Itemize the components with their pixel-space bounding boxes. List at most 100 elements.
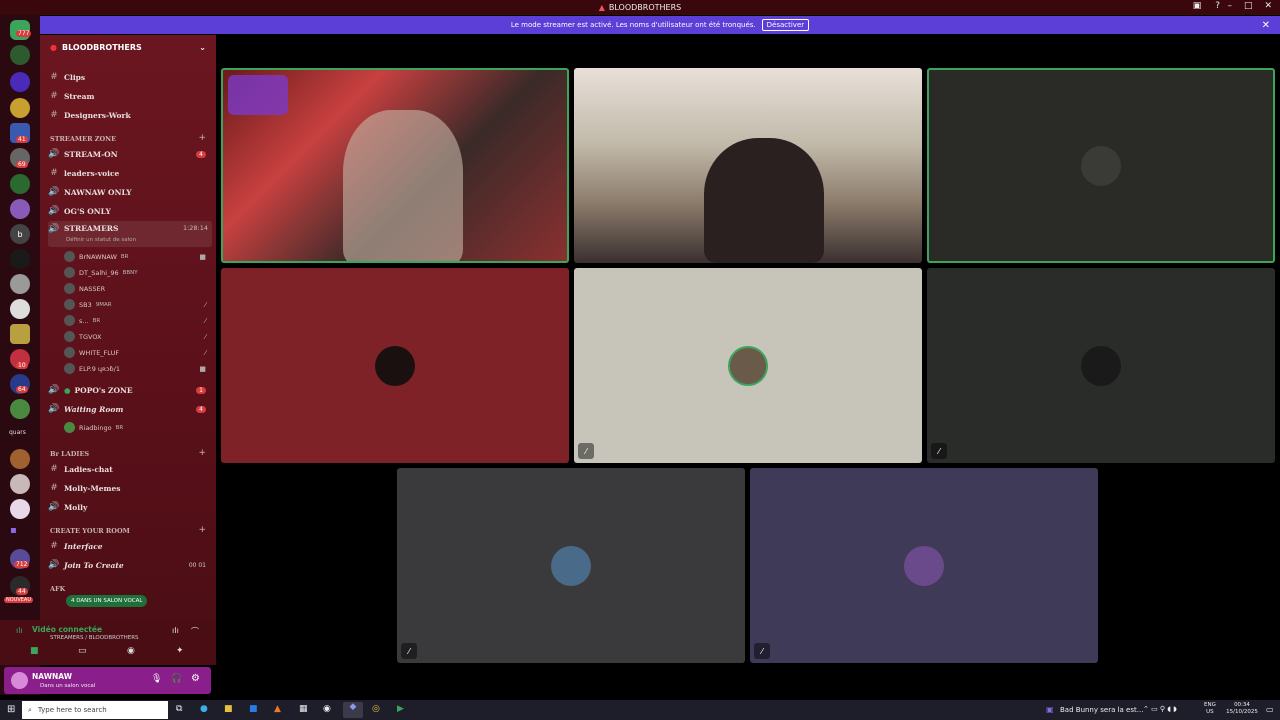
channel-clips[interactable]: # Clips [48, 68, 212, 86]
add-channel-icon[interactable]: + [198, 133, 206, 143]
noise-suppression-icon[interactable]: ıIı [172, 626, 179, 635]
activity-button[interactable]: ◉ [127, 646, 135, 656]
server-icon[interactable] [10, 299, 30, 319]
server-icon[interactable] [10, 474, 30, 494]
voice-user[interactable]: Riadbingo BR [64, 420, 212, 435]
voice-count-pill[interactable]: 4 DANS UN SALON VOCAL [66, 595, 148, 607]
task-view-icon[interactable]: ⧉ [176, 704, 182, 714]
inbox-icon[interactable]: ▣ [1193, 1, 1202, 11]
server-icon[interactable] [10, 98, 30, 118]
minimize-button[interactable]: – [1227, 1, 1232, 11]
disconnect-icon[interactable]: ⌒ [191, 626, 199, 637]
server-rail: 777 41 69 b 10 64 quars ▪ 712 44 NOUVEAU [0, 15, 40, 695]
microphone-icon[interactable]: 🎙 [151, 674, 162, 684]
voice-user[interactable]: NASSER [64, 281, 212, 296]
channel-designers-work[interactable]: # Designers-Work [48, 106, 212, 124]
disable-streamer-button[interactable]: Désactiver [761, 19, 810, 31]
channel-stream[interactable]: # Stream [48, 87, 212, 105]
app-icon[interactable]: ▲ [274, 704, 281, 714]
edge-icon[interactable]: ● [200, 704, 208, 714]
folder-icon[interactable]: ▪ [10, 525, 30, 545]
voice-user[interactable]: s... BR ⁄ [64, 313, 212, 328]
voice-user[interactable]: DT_Salhi_96 BBNY [64, 265, 212, 280]
clock[interactable]: 00:34 15/10/2025 [1222, 702, 1262, 716]
server-icon[interactable] [10, 399, 30, 419]
channel-nawnaw-only[interactable]: 🔊 NAWNAW ONLY [48, 183, 212, 201]
voice-user[interactable]: TGVOX ⁄ [64, 329, 212, 344]
category-create-your-room[interactable]: CREATE YOUR ROOM [50, 527, 130, 535]
camera-button[interactable]: ■ [30, 646, 39, 656]
video-tile[interactable] [574, 68, 922, 263]
video-tile[interactable]: ⁄ [397, 468, 745, 663]
maximize-button[interactable]: □ [1244, 1, 1253, 11]
video-tile[interactable]: ⁄ [574, 268, 922, 463]
server-icon[interactable] [10, 45, 30, 65]
news-text[interactable]: Bad Bunny sera la est... [1060, 706, 1143, 714]
video-tile[interactable] [927, 68, 1275, 263]
chrome-icon[interactable]: ◎ [372, 704, 380, 714]
voice-user[interactable]: ELP.9 ɥʀɔɓ/1 ■ [64, 361, 212, 376]
category-br-ladies[interactable]: Br LADIES [50, 450, 89, 458]
headphones-icon[interactable]: 🎧 [171, 674, 182, 684]
channel-ladies-chat[interactable]: # Ladies-chat [48, 460, 212, 478]
server-icon[interactable] [10, 324, 30, 344]
add-channel-icon[interactable]: + [198, 448, 206, 458]
channel-stream-on[interactable]: 🔊 STREAM-ON 4 [48, 145, 212, 163]
outlook-icon[interactable]: ■ [249, 704, 258, 714]
soundboard-button[interactable]: ✦ [176, 646, 184, 656]
discord-icon[interactable]: ◆ [343, 702, 363, 718]
help-icon[interactable]: ? [1215, 1, 1220, 11]
tray-icons[interactable]: ⌃ ▭ ⚲ ◖ ◗ [1143, 705, 1177, 713]
window-title: BLOODBROTHERS [608, 3, 682, 12]
server-label-quars[interactable]: quars [9, 429, 26, 436]
channel-status-prompt[interactable]: Définir un statut de salon [66, 237, 136, 243]
channel-waiting-room[interactable]: 🔊 Waiting Room 4 [48, 400, 212, 418]
video-tile[interactable] [221, 68, 569, 263]
channel-join-to-create[interactable]: 🔊 Join To Create 00 01 [48, 556, 212, 574]
voice-user[interactable]: SB3 9MAR ⁄ [64, 297, 212, 312]
server-icon[interactable] [10, 174, 30, 194]
calendar-icon[interactable]: ▦ [299, 704, 308, 714]
avatar[interactable] [11, 672, 28, 689]
banner-close-icon[interactable]: ✕ [1262, 20, 1270, 31]
speaker-icon: 🔊 [48, 149, 60, 159]
notifications-icon[interactable]: ▭ [1266, 705, 1274, 714]
server-icon[interactable] [10, 199, 30, 219]
channel-interface[interactable]: # Interface [48, 537, 212, 555]
windows-start-icon[interactable]: ⊞ [7, 704, 15, 715]
taskbar-search[interactable]: ⌕ Type here to search [22, 701, 168, 719]
explorer-icon[interactable]: ■ [224, 704, 233, 714]
speaker-icon: 🔊 [48, 560, 60, 570]
add-channel-icon[interactable]: + [198, 525, 206, 535]
channel-streamers[interactable]: 🔊 STREAMERS 1:28:14 [48, 221, 212, 247]
user-status: Dans un salon vocal [40, 683, 96, 689]
channel-ogs-only[interactable]: 🔊 OG'S ONLY [48, 202, 212, 220]
voice-user[interactable]: WHITE_FLUF ⁄ [64, 345, 212, 360]
server-icon[interactable]: b [10, 224, 30, 244]
close-button[interactable]: ✕ [1264, 1, 1272, 11]
category-streamer-zone[interactable]: STREAMER ZONE [50, 135, 116, 143]
voice-user[interactable]: BrNAWNAW BR ■ [64, 249, 212, 264]
server-icon[interactable] [10, 72, 30, 92]
server-icon[interactable] [10, 249, 30, 269]
channel-molly-memes[interactable]: # Molly-Memes [48, 479, 212, 497]
channel-molly[interactable]: 🔊 Molly [48, 498, 212, 516]
server-icon[interactable] [10, 449, 30, 469]
voice-status-title[interactable]: Vidéo connectée [32, 625, 102, 634]
obs-icon[interactable]: ◉ [323, 704, 331, 714]
text-channel-icon: # [50, 168, 58, 178]
channel-leaders-voice[interactable]: # leaders-voice [48, 164, 212, 182]
screen-share-button[interactable]: ▭ [78, 646, 87, 656]
voice-status-sub[interactable]: STREAMERS / BLOODBROTHERS [50, 635, 139, 641]
server-icon[interactable] [10, 499, 30, 519]
terminal-icon[interactable]: ▶ [397, 704, 404, 714]
language-indicator[interactable]: ENG US [1204, 702, 1216, 716]
category-afk[interactable]: AFK [50, 585, 65, 593]
channel-popos-zone[interactable]: 🔊 ● POPO's ZONE 1 [48, 381, 212, 399]
guild-header[interactable]: ● BLOODBROTHERS ⌄ [40, 35, 216, 59]
video-tile[interactable]: ⁄ [750, 468, 1098, 663]
gear-icon[interactable]: ⚙ [191, 673, 200, 684]
server-icon[interactable] [10, 274, 30, 294]
video-tile[interactable]: ⁄ [927, 268, 1275, 463]
video-tile[interactable] [221, 268, 569, 463]
